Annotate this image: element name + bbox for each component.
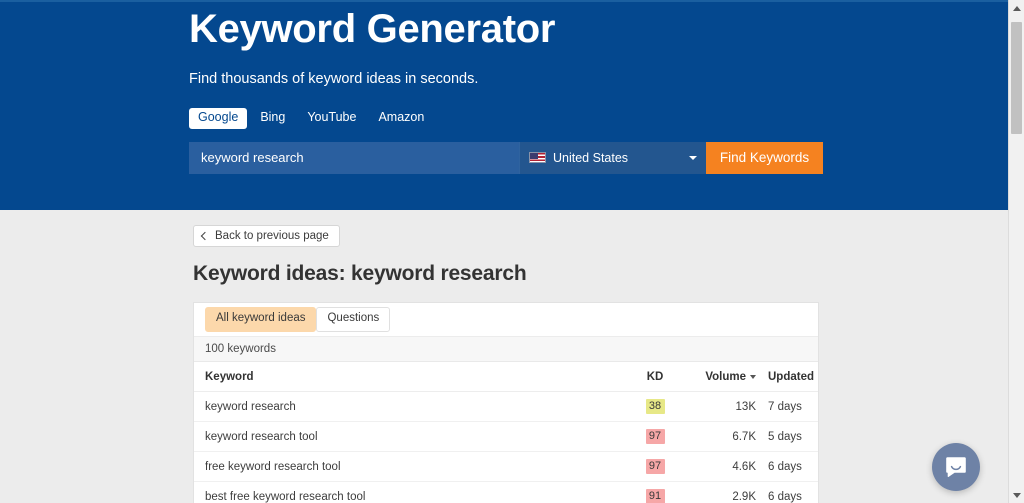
- cell-updated: 7 days: [756, 391, 818, 422]
- page-title: Keyword Generator: [189, 7, 556, 51]
- table-row[interactable]: free keyword research tool 97 4.6K 6 days: [194, 451, 818, 482]
- sort-desc-icon: [750, 374, 756, 379]
- cell-kd: 91: [624, 481, 686, 503]
- results-heading: Keyword ideas: keyword research: [193, 262, 527, 285]
- keyword-ideas-table: Keyword KD Volume Updated keyword resear…: [194, 362, 818, 503]
- cell-updated: 5 days: [756, 421, 818, 452]
- cell-kd: 97: [624, 451, 686, 482]
- kd-badge: 97: [645, 459, 665, 474]
- scrollbar-thumb[interactable]: [1011, 22, 1022, 134]
- column-header-updated[interactable]: Updated: [756, 362, 818, 392]
- keyword-count-label: 100 keywords: [194, 337, 818, 362]
- scroll-up-arrow-icon[interactable]: [1009, 0, 1024, 16]
- tab-bing[interactable]: Bing: [251, 108, 294, 129]
- keyword-search-bar: United States Find Keywords: [189, 141, 823, 174]
- table-row[interactable]: best free keyword research tool 91 2.9K 6 d…: [194, 481, 818, 503]
- country-select-label: United States: [553, 150, 629, 165]
- kd-badge: 38: [645, 399, 665, 414]
- column-header-volume[interactable]: Volume: [686, 362, 756, 392]
- tab-questions[interactable]: Questions: [316, 307, 391, 332]
- cell-volume: 6.7K: [686, 421, 756, 452]
- tab-all-keyword-ideas[interactable]: All keyword ideas: [205, 307, 317, 332]
- cell-kd: 38: [624, 391, 686, 422]
- kd-badge: 91: [645, 489, 665, 503]
- back-button-label: Back to previous page: [215, 230, 329, 242]
- browser-page: Keyword Generator Find thousands of keyw…: [0, 0, 1024, 503]
- cell-keyword[interactable]: free keyword research tool: [194, 451, 624, 482]
- back-to-previous-page-button[interactable]: Back to previous page: [193, 225, 340, 247]
- column-header-kd[interactable]: KD: [624, 362, 686, 392]
- us-flag-icon: [529, 152, 546, 164]
- column-header-volume-label: Volume: [705, 371, 746, 383]
- cell-updated: 6 days: [756, 481, 818, 503]
- keyword-ideas-card: All keyword ideas Questions 100 keywords…: [193, 302, 819, 503]
- tab-amazon[interactable]: Amazon: [369, 108, 433, 129]
- cell-volume: 4.6K: [686, 451, 756, 482]
- chat-bubble-icon: [946, 457, 966, 478]
- cell-keyword[interactable]: keyword research tool: [194, 421, 624, 452]
- cell-updated: 6 days: [756, 451, 818, 482]
- cell-kd: 97: [624, 421, 686, 452]
- chevron-down-icon: [689, 155, 697, 160]
- hero-header: Keyword Generator Find thousands of keyw…: [0, 0, 1008, 210]
- keyword-rows: keyword research 38 13K 7 days keyword resea…: [194, 391, 818, 503]
- chat-launcher-button[interactable]: [932, 443, 980, 491]
- browser-scrollbar[interactable]: [1008, 0, 1024, 503]
- tab-google[interactable]: Google: [189, 108, 248, 129]
- column-header-keyword[interactable]: Keyword: [194, 362, 624, 392]
- cell-volume: 2.9K: [686, 481, 756, 503]
- search-input[interactable]: [189, 141, 519, 174]
- card-tab-strip: All keyword ideas Questions: [194, 303, 818, 337]
- scroll-down-arrow-icon[interactable]: [1009, 487, 1024, 503]
- search-engine-tabs: Google Bing YouTube Amazon: [189, 108, 889, 129]
- cell-keyword[interactable]: best free keyword research tool: [194, 481, 624, 503]
- cell-volume: 13K: [686, 391, 756, 422]
- table-header-row: Keyword KD Volume Updated: [194, 362, 818, 392]
- main-content: Back to previous page Keyword ideas: key…: [0, 210, 1008, 503]
- kd-badge: 97: [645, 429, 665, 444]
- chevron-left-icon: [200, 231, 210, 240]
- hero-content: Keyword Generator Find thousands of keyw…: [189, 2, 889, 174]
- tab-youtube[interactable]: YouTube: [298, 108, 365, 129]
- table-row[interactable]: keyword research 38 13K 7 days: [194, 391, 818, 422]
- find-keywords-button[interactable]: Find Keywords: [706, 141, 823, 174]
- cell-keyword[interactable]: keyword research: [194, 391, 624, 422]
- page-viewport: Keyword Generator Find thousands of keyw…: [0, 0, 1008, 503]
- country-select[interactable]: United States: [519, 141, 706, 174]
- table-row[interactable]: keyword research tool 97 6.7K 5 days: [194, 421, 818, 452]
- hero-subtitle: Find thousands of keyword ideas in secon…: [189, 71, 479, 87]
